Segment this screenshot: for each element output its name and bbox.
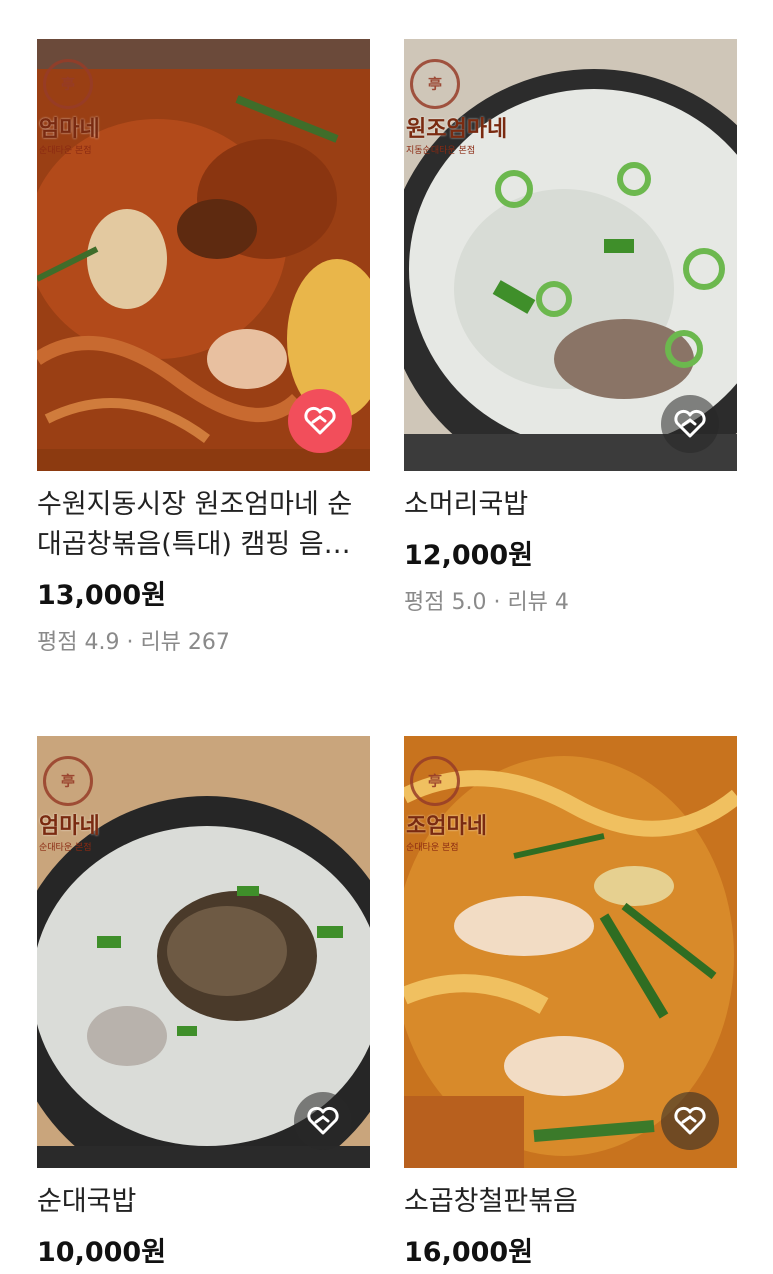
store-logo-emblem-icon: 亭	[43, 756, 93, 806]
product-price: 16,000원	[404, 1237, 534, 1268]
product-card[interactable]: 亭 원조엄마네 지동순대타운 본점 소머리국밥 12,000원 평점 5.0 ·…	[404, 39, 737, 616]
store-logo: 亭 조엄마네 순대타운 본점	[406, 756, 487, 856]
product-title[interactable]: 소머리국밥	[404, 485, 737, 525]
product-title[interactable]: 순대국밥	[37, 1182, 370, 1222]
heart-icon	[674, 1106, 706, 1135]
wishlist-heart-button[interactable]	[288, 389, 352, 453]
product-price: 13,000원	[37, 580, 167, 611]
product-image[interactable]: 亭 조엄마네 순대타운 본점	[404, 736, 737, 1168]
heart-icon	[307, 1106, 339, 1135]
store-logo-emblem-icon: 亭	[43, 59, 93, 109]
product-rating: 평점 5.0 · 리뷰 4	[404, 590, 569, 615]
product-grid: 亭 엄마네 순대타운 본점 수원지동시장 원조엄마네 순대곱창볶음(특대) 캠핑…	[0, 0, 773, 1274]
store-logo: 亭 엄마네 순대타운 본점	[39, 756, 117, 856]
heart-icon	[674, 409, 706, 438]
store-logo: 亭 엄마네 순대타운 본점	[39, 59, 117, 159]
heart-icon	[304, 406, 336, 435]
product-card[interactable]: 亭 엄마네 순대타운 본점 수원지동시장 원조엄마네 순대곱창볶음(특대) 캠핑…	[37, 39, 370, 656]
product-image[interactable]: 亭 엄마네 순대타운 본점	[37, 39, 370, 471]
wishlist-heart-button[interactable]	[294, 1092, 352, 1150]
store-logo-emblem-icon: 亭	[410, 756, 460, 806]
wishlist-heart-button[interactable]	[661, 395, 719, 453]
product-price: 12,000원	[404, 540, 534, 571]
store-logo-emblem-icon: 亭	[410, 59, 460, 109]
product-price: 10,000원	[37, 1237, 167, 1268]
product-title[interactable]: 소곱창철판볶음	[404, 1182, 737, 1222]
store-logo: 亭 원조엄마네 지동순대타운 본점	[406, 59, 507, 159]
product-card[interactable]: 亭 엄마네 순대타운 본점 순대국밥 10,000원	[37, 736, 370, 1269]
product-image[interactable]: 亭 엄마네 순대타운 본점	[37, 736, 370, 1168]
wishlist-heart-button[interactable]	[661, 1092, 719, 1150]
product-image[interactable]: 亭 원조엄마네 지동순대타운 본점	[404, 39, 737, 471]
product-title[interactable]: 수원지동시장 원조엄마네 순대곱창볶음(특대) 캠핑 음식 밀키트	[37, 485, 370, 565]
product-rating: 평점 4.9 · 리뷰 267	[37, 630, 230, 655]
product-card[interactable]: 亭 조엄마네 순대타운 본점 소곱창철판볶음 16,000원	[404, 736, 737, 1269]
